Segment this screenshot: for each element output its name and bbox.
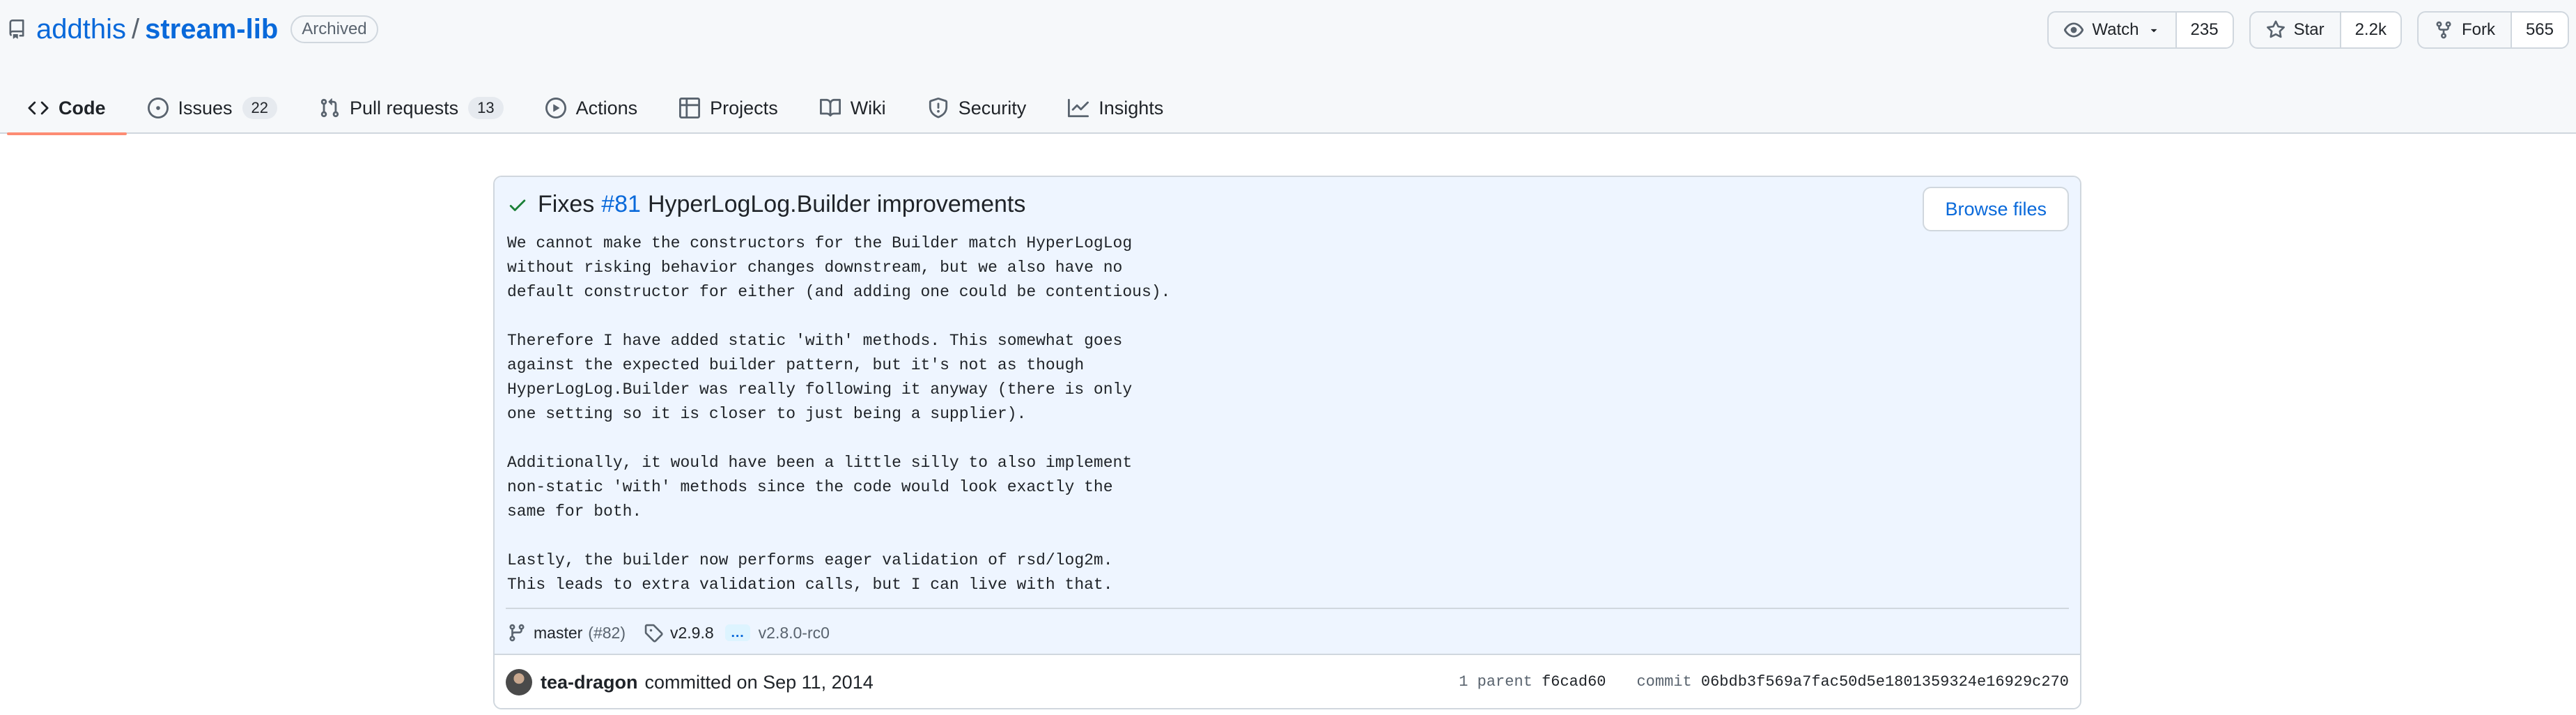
fork-count[interactable]: 565 bbox=[2511, 13, 2568, 47]
book-icon bbox=[819, 98, 841, 117]
graph-icon bbox=[1068, 98, 1089, 118]
tab-issues-label: Issues bbox=[178, 97, 233, 118]
star-icon bbox=[2266, 20, 2286, 40]
commit-title-rest: HyperLogLog.Builder improvements bbox=[647, 191, 1026, 217]
tags-expand-button[interactable]: … bbox=[724, 624, 750, 641]
commit-title-prefix: Fixes bbox=[538, 191, 595, 217]
issue-ref-link[interactable]: #81 bbox=[601, 191, 641, 218]
commit-panel: Fixes #81 HyperLogLog.Builder improvemen… bbox=[493, 176, 2081, 709]
watch-button[interactable]: Watch bbox=[2049, 13, 2177, 47]
commit-title: Fixes #81 HyperLogLog.Builder improvemen… bbox=[507, 191, 1025, 218]
parent-hash-link[interactable]: f6cad60 bbox=[1542, 673, 1606, 691]
tab-pull-requests-label: Pull requests bbox=[350, 97, 459, 118]
fork-label: Fork bbox=[2461, 20, 2495, 39]
tab-projects-label: Projects bbox=[710, 97, 778, 118]
star-button[interactable]: Star bbox=[2251, 13, 2341, 47]
parent-info: 1 parent f6cad60 bbox=[1459, 673, 1606, 691]
tab-actions-label: Actions bbox=[575, 97, 638, 118]
commit-branch-tags: master (#82) v2.9.8 … v2.8.0-rc0 bbox=[507, 617, 830, 648]
commit-header: Fixes #81 HyperLogLog.Builder improvemen… bbox=[495, 177, 2080, 655]
shield-icon bbox=[929, 98, 947, 118]
pull-requests-counter: 13 bbox=[468, 97, 504, 119]
code-icon bbox=[28, 101, 49, 115]
repo-name-link[interactable]: stream-lib bbox=[145, 14, 278, 45]
commit-label: commit bbox=[1636, 673, 1692, 691]
commit-hashes: 1 parent f6cad60 commit 06bdb3f569a7fac5… bbox=[1459, 673, 2069, 691]
branch-link[interactable]: master bbox=[534, 624, 582, 643]
fork-button[interactable]: Fork bbox=[2419, 13, 2512, 47]
repo-separator: / bbox=[131, 13, 140, 45]
star-count[interactable]: 2.2k bbox=[2341, 13, 2400, 47]
tab-issues[interactable]: Issues 22 bbox=[127, 82, 299, 134]
chevron-down-icon bbox=[2150, 29, 2157, 33]
browse-files-button[interactable]: Browse files bbox=[1923, 187, 2069, 231]
tab-pull-requests[interactable]: Pull requests 13 bbox=[298, 82, 525, 134]
table-icon bbox=[679, 98, 701, 118]
tag-link-last[interactable]: v2.8.0-rc0 bbox=[759, 624, 830, 643]
commit-footer: tea-dragon committed on Sep 11, 2014 1 p… bbox=[495, 656, 2080, 708]
commit-hash: 06bdb3f569a7fac50d5e1801359324e16929c270 bbox=[1700, 673, 2069, 691]
tab-code[interactable]: Code bbox=[7, 82, 127, 135]
play-icon bbox=[545, 98, 566, 118]
watch-count[interactable]: 235 bbox=[2176, 13, 2233, 47]
tab-security[interactable]: Security bbox=[907, 82, 1048, 134]
repo-icon bbox=[7, 20, 26, 39]
star-label: Star bbox=[2293, 20, 2325, 39]
git-pull-request-icon bbox=[320, 98, 339, 118]
tab-actions[interactable]: Actions bbox=[525, 82, 659, 134]
repo-header: addthis / stream-lib Archived Watch 235 … bbox=[0, 0, 2576, 135]
divider bbox=[506, 608, 2069, 609]
repo-owner-link[interactable]: addthis bbox=[36, 14, 126, 45]
eye-icon bbox=[2064, 20, 2084, 40]
committed-date: committed on Sep 11, 2014 bbox=[644, 671, 874, 693]
tab-insights[interactable]: Insights bbox=[1047, 82, 1184, 134]
tab-projects[interactable]: Projects bbox=[658, 82, 799, 134]
commit-info: commit 06bdb3f569a7fac50d5e1801359324e16… bbox=[1636, 673, 2069, 691]
tab-insights-label: Insights bbox=[1099, 97, 1164, 118]
watch-button-group: Watch 235 bbox=[2047, 11, 2234, 49]
tab-security-label: Security bbox=[958, 97, 1027, 118]
branch-pr-ref: (#82) bbox=[588, 623, 626, 642]
fork-button-group: Fork 565 bbox=[2416, 11, 2569, 49]
archived-badge: Archived bbox=[290, 15, 378, 43]
tag-icon bbox=[644, 624, 663, 643]
tag-link-first[interactable]: v2.9.8 bbox=[670, 624, 714, 643]
tab-wiki[interactable]: Wiki bbox=[799, 82, 907, 134]
avatar[interactable] bbox=[506, 669, 532, 695]
issues-counter: 22 bbox=[242, 97, 278, 119]
repo-actions: Watch 235 Star 2.2k Fork 565 bbox=[2047, 11, 2569, 49]
tab-wiki-label: Wiki bbox=[850, 97, 886, 118]
author-link[interactable]: tea-dragon bbox=[541, 672, 638, 693]
commit-message-body: We cannot make the constructors for the … bbox=[507, 234, 1171, 594]
git-branch-icon bbox=[509, 624, 525, 642]
commit-author-row: tea-dragon committed on Sep 11, 2014 bbox=[506, 669, 874, 695]
star-button-group: Star 2.2k bbox=[2249, 11, 2402, 49]
tab-code-label: Code bbox=[59, 97, 106, 118]
watch-label: Watch bbox=[2092, 20, 2139, 39]
parent-label: 1 parent bbox=[1459, 673, 1533, 691]
check-icon bbox=[509, 199, 526, 211]
repo-nav-tabs: Code Issues 22 Pull requests 13 Actions … bbox=[7, 82, 1184, 135]
issue-opened-icon bbox=[147, 98, 169, 118]
repo-title-row: addthis / stream-lib Archived bbox=[7, 10, 378, 49]
repo-forked-icon bbox=[2434, 20, 2453, 40]
